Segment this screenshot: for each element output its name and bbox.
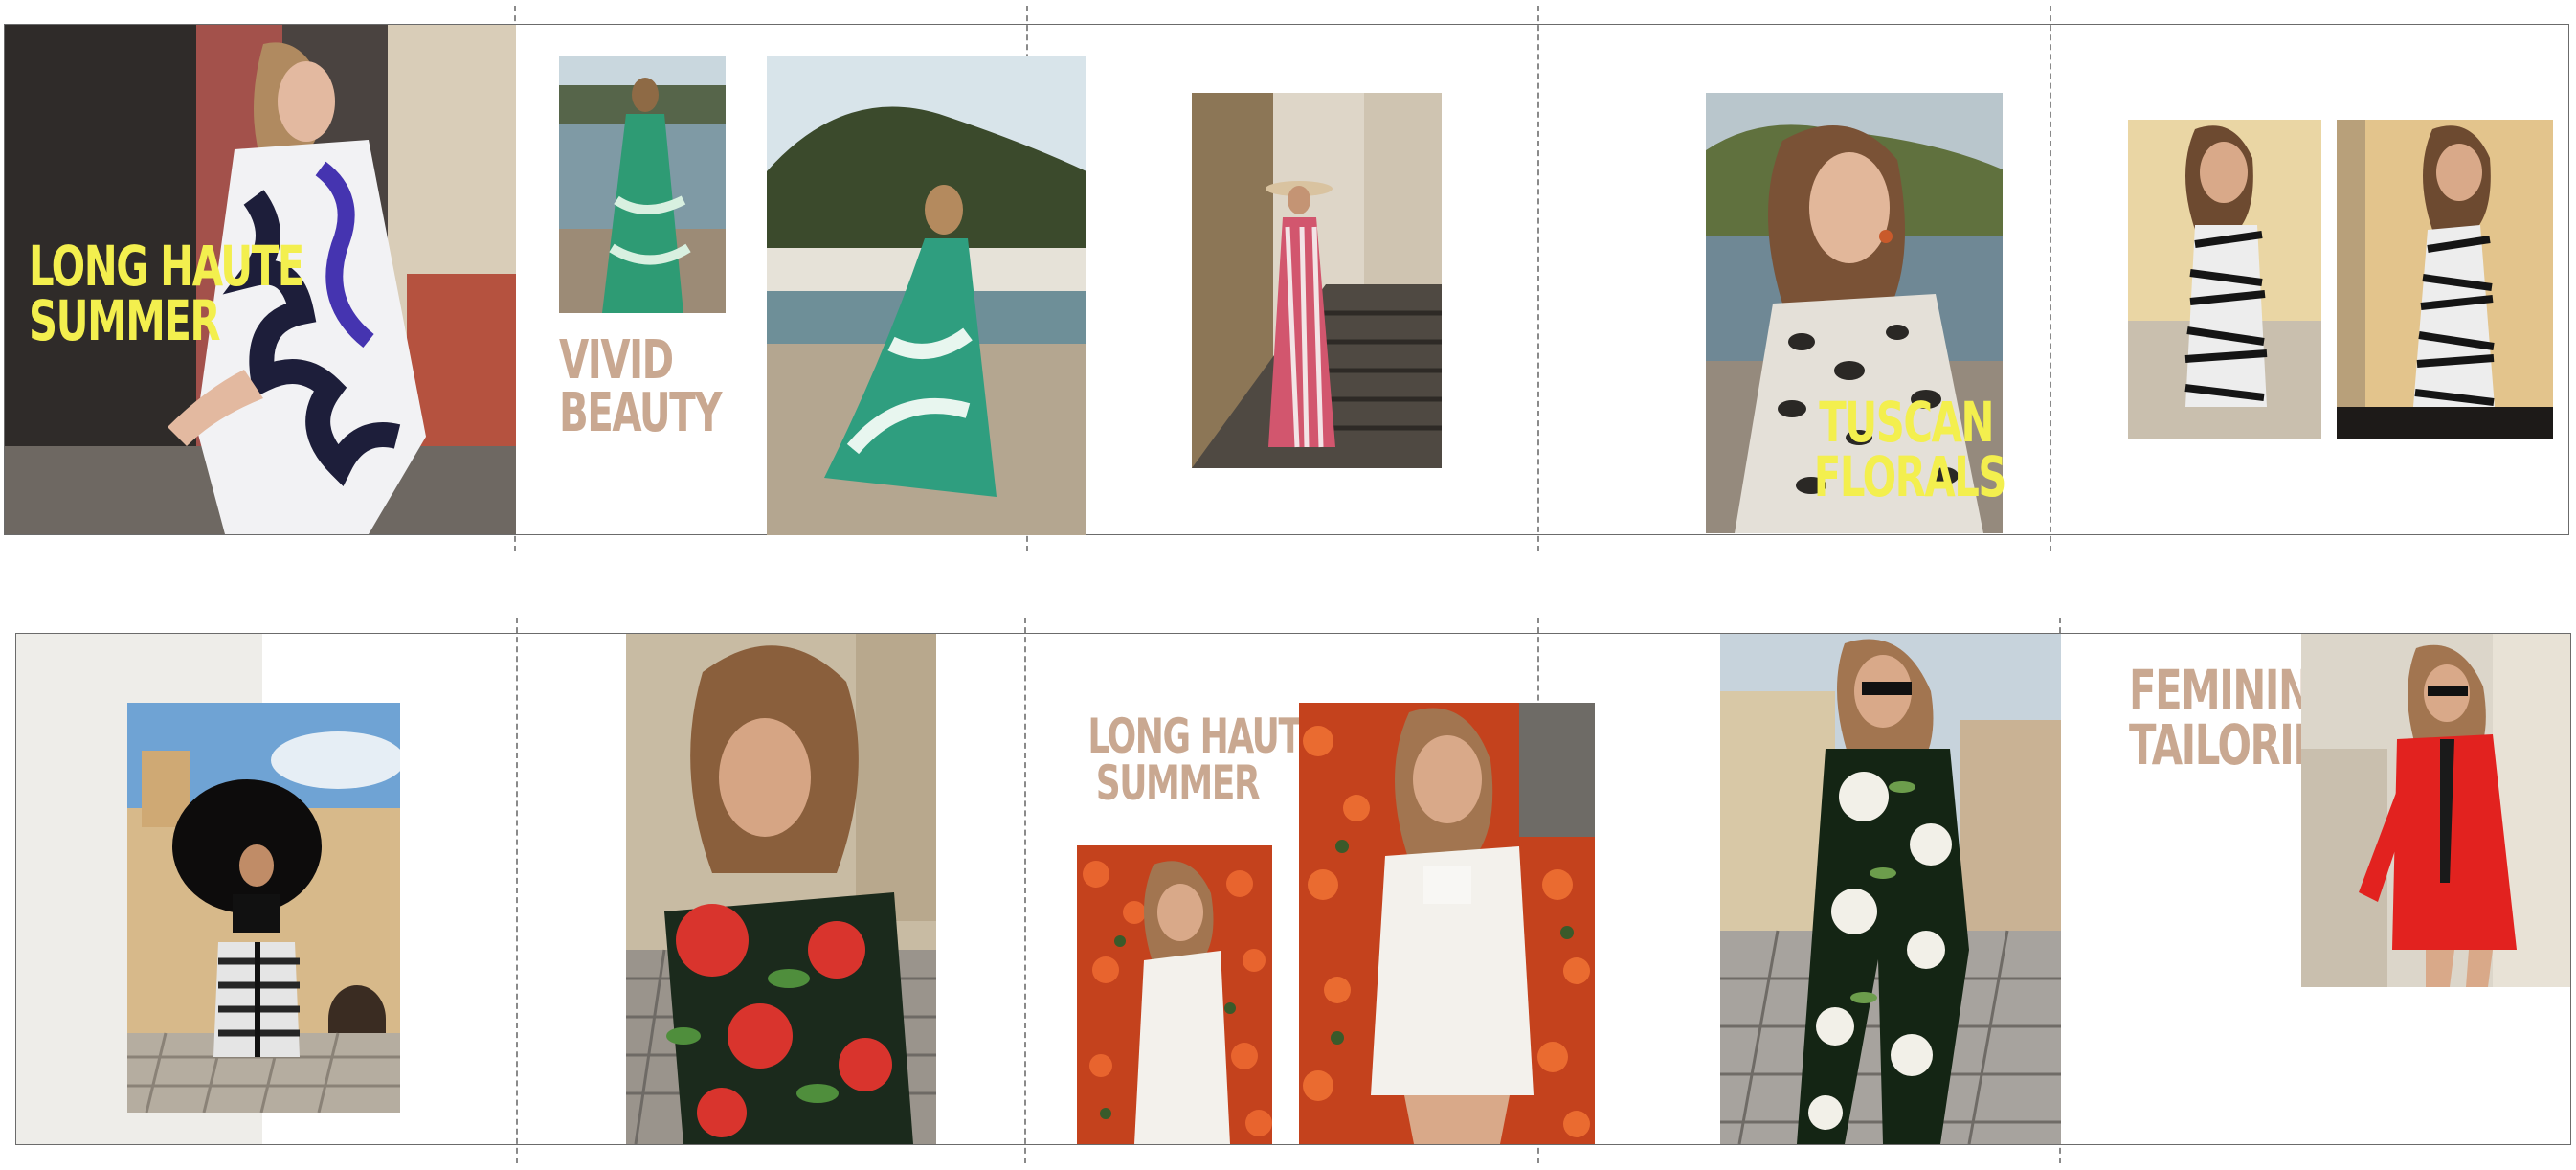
photo-green-dress-beach: [767, 56, 1086, 535]
panel-label-long-haute-summer-tan: LONG HAUTE SUMMER: [1087, 709, 1324, 811]
photo-zebra-dress-front: [2128, 120, 2321, 439]
label-line: VIVID: [559, 329, 674, 392]
photo-beach-back-view: [559, 56, 726, 313]
photo-red-floral-dress: [626, 634, 936, 1144]
label-line: TUSCAN: [1819, 390, 1994, 455]
fold-line: [1024, 618, 1026, 1163]
photo-striped-jumpsuit-stairs: [1192, 93, 1442, 468]
photo-white-vest-flowers-front: [1299, 703, 1595, 1144]
label-line: FLORALS: [1813, 443, 2007, 509]
label-line: LONG HAUTE: [1087, 709, 1324, 764]
panel-label-tuscan-florals: TUSCAN FLORALS: [1813, 390, 2007, 509]
fold-line: [2050, 6, 2051, 551]
label-line: LONG HAUTE: [29, 234, 304, 299]
photo-zebra-dress-pose: [2337, 120, 2553, 439]
fold-line: [1537, 6, 1539, 551]
label-line: BEAUTY: [559, 381, 722, 444]
label-line: SUMMER: [1095, 755, 1261, 811]
photo-floral-suit-street: [1720, 634, 2061, 1144]
photo-black-hat-church: [127, 703, 400, 1113]
fold-line: [516, 618, 518, 1163]
photo-red-blazer: [2301, 634, 2570, 987]
panel-label-long-haute-summer: LONG HAUTE SUMMER: [29, 234, 304, 353]
photo-white-vest-flowers-side: [1077, 845, 1272, 1144]
panel-label-vivid-beauty: VIVID BEAUTY: [559, 329, 722, 444]
label-line: SUMMER: [29, 287, 221, 353]
